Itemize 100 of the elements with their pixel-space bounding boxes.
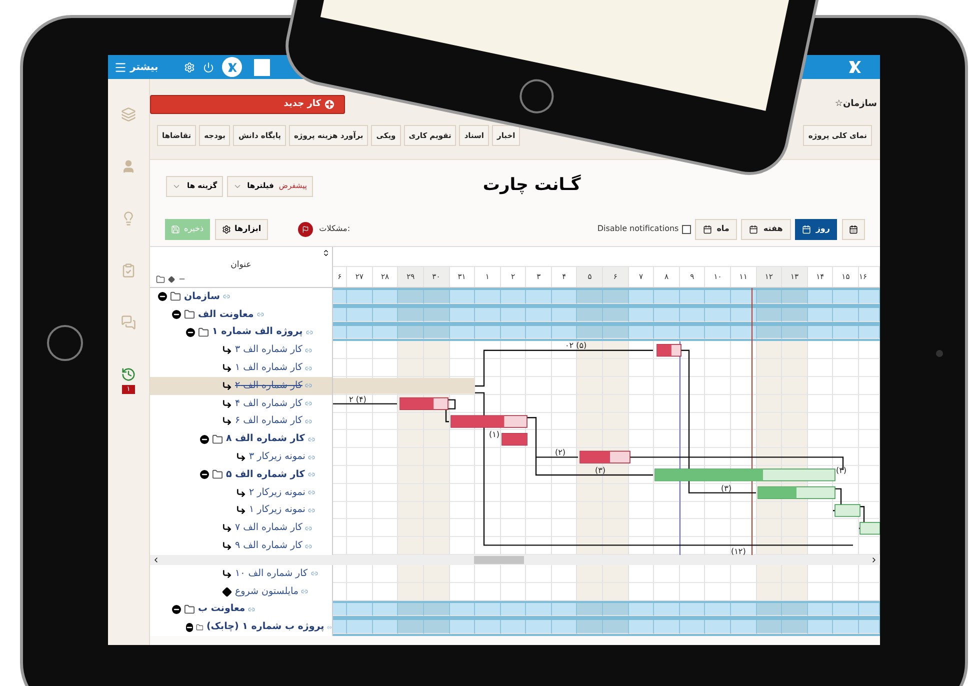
- calendar-button[interactable]: [842, 218, 865, 240]
- checkbox[interactable]: [682, 224, 691, 234]
- task-icon: [222, 363, 232, 374]
- app-logo[interactable]: [222, 57, 242, 77]
- gantt-bar[interactable]: [758, 486, 836, 499]
- tree-row[interactable]: سازمان: [150, 288, 332, 306]
- tree-row[interactable]: کار شماره الف ۴: [150, 394, 332, 413]
- sort-icon[interactable]: [322, 249, 330, 257]
- folder-icon: [184, 309, 195, 320]
- settings-icon[interactable]: [184, 62, 196, 72]
- tree-row[interactable]: نمونه زیرکار ۱: [150, 502, 332, 520]
- scroll-left-icon[interactable]: [152, 556, 160, 564]
- gantt-bar[interactable]: [502, 433, 528, 446]
- tree-row[interactable]: کار شماره الف ۹: [150, 537, 332, 555]
- calendar-icon: [702, 224, 712, 234]
- scrollbar-thumb[interactable]: [474, 556, 524, 564]
- problems-label: مشکلات:: [319, 223, 350, 235]
- task-name: پروژه الف شماره ۱: [212, 325, 303, 340]
- task-name: کار شماره الف ۳: [235, 343, 302, 358]
- dependency-line: [859, 506, 865, 529]
- gantt-bar[interactable]: [834, 504, 860, 517]
- tree-row[interactable]: کار شماره الف ۳: [150, 341, 332, 360]
- folder-icon[interactable]: [156, 274, 165, 284]
- task-name: کار شماره الف ۲: [235, 378, 302, 393]
- gantt-bar[interactable]: [450, 415, 528, 428]
- camera-icon: [936, 350, 943, 357]
- calendar-icon: [749, 224, 758, 234]
- link-icon: [305, 364, 312, 372]
- tree-row[interactable]: پروژه ب شماره ۱ (چابک): [150, 618, 332, 636]
- column-title: عنوان: [230, 259, 252, 272]
- gantt-bar[interactable]: [860, 522, 880, 535]
- gantt-bar[interactable]: [400, 397, 448, 410]
- diamond-icon[interactable]: [168, 276, 175, 283]
- tree-row[interactable]: کار شماره الف ۱: [150, 359, 332, 377]
- scroll-right-icon[interactable]: [870, 556, 878, 564]
- folder-icon: [212, 469, 223, 480]
- notifications-label: Disable notifications: [597, 223, 679, 235]
- collapse-icon[interactable]: [200, 434, 209, 444]
- tree-row[interactable]: مایلستون شروع: [150, 582, 332, 601]
- folder-icon: [196, 622, 204, 633]
- menu-button[interactable]: بیشتر: [114, 60, 158, 74]
- task-name: کار شماره الف ۹: [235, 538, 302, 553]
- task-icon: [222, 416, 232, 426]
- history-icon[interactable]: [121, 367, 136, 382]
- tree-row[interactable]: کار شماره الف ۶: [150, 412, 332, 430]
- collapse-icon[interactable]: [172, 604, 181, 614]
- dependency-line: [333, 403, 397, 404]
- task-icon: [222, 345, 232, 356]
- new-task-button[interactable]: کار جدید: [150, 95, 345, 114]
- search-field[interactable]: [254, 58, 270, 76]
- tree-row[interactable]: نمونه زیرکار ۳: [150, 448, 332, 466]
- tree-row[interactable]: معاونت الف: [150, 306, 332, 324]
- link-icon: [305, 400, 312, 408]
- collapse-icon[interactable]: [186, 622, 193, 632]
- view-tab[interactable]: روز: [794, 218, 837, 240]
- tree-row[interactable]: کار شماره الف ۸: [150, 430, 332, 448]
- power-icon[interactable]: [203, 62, 214, 72]
- tree-row[interactable]: کار شماره الف ۷: [150, 519, 332, 538]
- task-icon: [222, 398, 232, 409]
- link-icon: [308, 489, 316, 496]
- gantt-bar[interactable]: [654, 468, 836, 482]
- task-name: پروژه ب شماره ۱ (چابک): [206, 620, 324, 634]
- tree-row[interactable]: پروژه الف شماره ۱: [150, 324, 332, 342]
- task-name: کار شماره الف ۵: [226, 468, 305, 482]
- tree-row[interactable]: کار شماره الف ۵: [150, 466, 332, 484]
- link-icon: [308, 436, 315, 443]
- link-icon: [301, 588, 308, 596]
- gantt-bar[interactable]: [656, 344, 682, 357]
- collapse-icon[interactable]: [186, 328, 195, 337]
- tree-row[interactable]: معاونت ب: [150, 600, 332, 618]
- page-title: گـانت چارت: [482, 174, 581, 198]
- gantt-bar[interactable]: [580, 450, 630, 464]
- link-icon: [305, 418, 312, 425]
- view-tab[interactable]: هفته: [741, 218, 791, 240]
- tree-row[interactable]: کار شماره الف ۱۰: [150, 564, 332, 583]
- dependency-label: (۳): [595, 466, 606, 476]
- task-name: معاونت الف: [198, 308, 254, 322]
- tools-button[interactable]: ابزارها: [214, 218, 268, 240]
- task-name: مایلستون شروع: [235, 584, 298, 599]
- collapse-icon[interactable]: [200, 470, 209, 480]
- link-icon: [305, 524, 312, 532]
- dependency-label: (۳): [721, 484, 732, 494]
- collapse-icon[interactable]: [158, 292, 167, 302]
- dependency-label: (۱): [489, 430, 500, 440]
- collapse-icon[interactable]: [172, 310, 181, 320]
- clipboard-icon[interactable]: [121, 263, 136, 278]
- breadcrumb[interactable]: سازمان☆: [834, 98, 877, 112]
- task-name: کار شماره الف ۶: [235, 414, 302, 428]
- link-icon: [256, 311, 264, 318]
- task-name: کار شماره الف ۱: [235, 360, 302, 375]
- problems-icon[interactable]: [298, 222, 314, 236]
- link-icon: [310, 570, 318, 578]
- tree-row[interactable]: کار شماره الف ۲: [150, 376, 332, 395]
- logo-icon: [846, 58, 864, 76]
- task-icon: [236, 505, 246, 516]
- horizontal-scrollbar[interactable]: [150, 554, 880, 565]
- view-tab[interactable]: ماه: [694, 218, 738, 240]
- link-icon: [306, 328, 313, 336]
- tree-row[interactable]: نمونه زیرکار ۲: [150, 484, 332, 502]
- link-icon: [305, 542, 312, 550]
